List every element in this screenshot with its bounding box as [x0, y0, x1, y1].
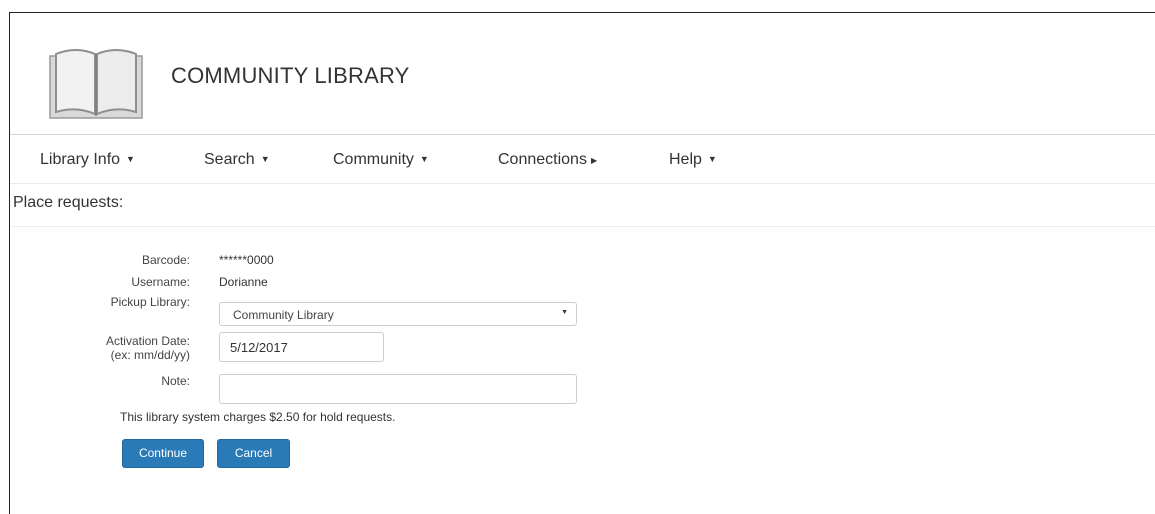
cancel-button[interactable]: Cancel — [217, 439, 290, 468]
nav-library-info-label: Library Info — [40, 151, 121, 168]
open-book-icon[interactable] — [48, 46, 144, 122]
caret-down-icon: ▼ — [126, 154, 135, 164]
barcode-label: Barcode: — [141, 253, 190, 267]
nav-community[interactable]: Community ▼ — [333, 151, 429, 169]
pickup-library-value: Community Library — [233, 308, 334, 322]
pickup-library-select[interactable]: Community Library ▼ — [219, 302, 577, 326]
main-nav: Library Info ▼ Search ▼ Community ▼ Connect… — [10, 141, 1155, 183]
activation-date-input[interactable] — [219, 332, 384, 362]
nav-community-label: Community — [333, 151, 414, 168]
page-frame: COMMUNITY LIBRARY Library Info ▼ Search ▼ … — [9, 12, 1155, 514]
site-title[interactable]: COMMUNITY LIBRARY — [171, 63, 410, 89]
nav-help-label: Help — [669, 151, 702, 168]
nav-library-info[interactable]: Library Info ▼ — [40, 151, 135, 169]
caret-down-icon: ▼ — [260, 154, 270, 164]
hold-fee-notice: This library system charges $2.50 for ho… — [120, 410, 396, 424]
chevron-down-icon: ▼ — [561, 309, 568, 316]
barcode-value: ******0000 — [219, 253, 274, 267]
title-divider — [10, 226, 1155, 227]
header-divider — [10, 134, 1155, 135]
page-title: Place requests: — [13, 194, 124, 211]
nav-search[interactable]: Search ▼ — [204, 151, 270, 169]
note-input[interactable] — [219, 374, 577, 404]
username-value: Dorianne — [219, 275, 268, 289]
nav-help[interactable]: Help ▼ — [669, 151, 717, 169]
pickup-library-label: Pickup Library: — [110, 295, 190, 309]
activation-date-label-line2: (ex: mm/dd/yy) — [110, 348, 190, 362]
activation-date-label-line1: Activation Date: — [105, 334, 190, 348]
continue-button[interactable]: Continue — [122, 439, 204, 468]
nav-search-label: Search — [204, 151, 255, 168]
site-header: COMMUNITY LIBRARY — [10, 13, 1155, 134]
username-label: Username: — [131, 275, 190, 289]
caret-right-icon: ▶ — [590, 156, 598, 165]
caret-down-icon: ▼ — [707, 154, 717, 164]
activation-date-label: Activation Date: (ex: mm/dd/yy) — [10, 334, 190, 362]
nav-connections-label: Connections — [498, 151, 587, 168]
nav-connections[interactable]: Connections ▶ — [498, 151, 597, 169]
nav-divider — [10, 183, 1155, 184]
caret-down-icon: ▼ — [419, 154, 429, 164]
note-label: Note: — [161, 374, 190, 388]
